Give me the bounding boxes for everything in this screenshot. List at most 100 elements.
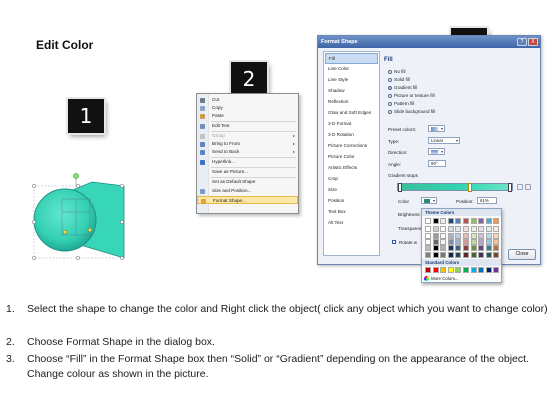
theme-color-swatch[interactable] [485,251,492,258]
rotate-with-shape-checkbox[interactable] [392,240,396,244]
theme-color-swatch[interactable] [470,251,477,258]
standard-color-swatch[interactable] [425,267,431,273]
radio-solid-fill[interactable]: Solid fill [388,76,410,83]
theme-color-swatch[interactable] [485,218,492,224]
theme-color-swatch[interactable] [425,232,431,239]
theme-color-swatch[interactable] [470,218,477,224]
theme-color-swatch[interactable] [447,226,454,233]
theme-color-swatch[interactable] [432,218,439,224]
radio-pattern-fill[interactable]: Pattern fill [388,100,414,107]
menu-item-bring-to-front[interactable]: Bring to Front ▸ [197,140,298,148]
theme-color-swatch[interactable] [470,238,477,245]
theme-color-swatch[interactable] [478,245,485,252]
theme-color-swatch[interactable] [463,226,469,233]
standard-color-swatch[interactable] [440,267,447,273]
theme-color-swatch[interactable] [425,251,431,258]
theme-color-swatch[interactable] [485,245,492,252]
theme-color-swatch[interactable] [470,232,477,239]
radio-slide-background-fill[interactable]: Slide background fill [388,108,435,115]
standard-color-swatch[interactable] [470,267,477,273]
menu-item-hyperlink[interactable]: Hyperlink... [197,158,298,166]
theme-color-swatch[interactable] [463,251,469,258]
theme-color-swatch[interactable] [485,232,492,239]
theme-color-swatch[interactable] [432,232,439,239]
theme-color-swatch[interactable] [447,238,454,245]
menu-item-format-shape[interactable]: Format Shape... [197,196,298,204]
theme-color-swatch[interactable] [440,238,447,245]
theme-color-swatch[interactable] [470,245,477,252]
theme-color-swatch[interactable] [455,238,462,245]
menu-item-copy[interactable]: Copy [197,104,298,112]
theme-color-swatch[interactable] [493,218,500,224]
gradient-stop-handle[interactable] [398,183,402,192]
theme-color-swatch[interactable] [478,226,485,233]
direction-dropdown[interactable] [428,148,445,155]
standard-color-swatch[interactable] [485,267,492,273]
menu-item-paste[interactable]: Paste [197,112,298,120]
theme-color-swatch[interactable] [455,251,462,258]
theme-color-swatch[interactable] [432,238,439,245]
theme-color-swatch[interactable] [425,245,431,252]
radio-picture-fill[interactable]: Picture or texture fill [388,92,435,99]
nav-item-reflection[interactable]: Reflection [325,97,378,108]
nav-item-alt-text[interactable]: Alt Text [325,218,378,229]
theme-color-swatch[interactable] [447,251,454,258]
position-input[interactable]: 61% [477,197,497,204]
gradient-stops-bar[interactable] [397,183,513,192]
nav-item-shadow[interactable]: Shadow [325,86,378,97]
nav-item-3d-rotation[interactable]: 3-D Rotation [325,130,378,141]
theme-color-swatch[interactable] [447,232,454,239]
nav-item-picture-color[interactable]: Picture Color [325,152,378,163]
theme-color-swatch[interactable] [432,245,439,252]
theme-color-swatch[interactable] [493,226,500,233]
nav-item-picture-corrections[interactable]: Picture Corrections [325,141,378,152]
standard-color-swatch[interactable] [447,267,454,273]
theme-color-swatch[interactable] [455,245,462,252]
theme-color-swatch[interactable] [432,251,439,258]
theme-color-swatch[interactable] [447,245,454,252]
standard-color-swatch[interactable] [463,267,469,273]
theme-color-swatch[interactable] [463,245,469,252]
theme-color-swatch[interactable] [432,226,439,233]
menu-item-size-and-position[interactable]: Size and Position... [197,187,298,195]
color-picker-dropdown[interactable] [421,197,437,204]
theme-color-swatch[interactable] [440,251,447,258]
close-icon[interactable]: X [528,37,538,46]
theme-color-swatch[interactable] [440,245,447,252]
theme-color-swatch[interactable] [478,251,485,258]
theme-color-swatch[interactable] [493,245,500,252]
radio-gradient-fill[interactable]: Gradient fill [388,84,417,91]
standard-color-swatch[interactable] [478,267,485,273]
radio-no-fill[interactable]: No fill [388,68,406,75]
theme-color-swatch[interactable] [425,226,431,233]
theme-color-swatch[interactable] [455,226,462,233]
theme-color-swatch[interactable] [463,232,469,239]
nav-item-line-style[interactable]: Line Style [325,75,378,86]
nav-item-glow-soft-edges[interactable]: Glow and Soft Edges [325,108,378,119]
standard-color-swatch[interactable] [432,267,439,273]
nav-item-position[interactable]: Position [325,196,378,207]
menu-item-save-as-picture[interactable]: Save as Picture... [197,168,298,176]
theme-color-swatch[interactable] [493,251,500,258]
standard-color-swatch[interactable] [455,267,462,273]
theme-color-swatch[interactable] [455,218,462,224]
more-colors-item[interactable]: More Colors... [424,275,459,282]
theme-color-swatch[interactable] [463,218,469,224]
theme-color-swatch[interactable] [455,232,462,239]
type-dropdown[interactable]: Linear [428,137,460,144]
theme-color-swatch[interactable] [478,238,485,245]
theme-color-swatch[interactable] [463,238,469,245]
standard-color-swatch[interactable] [493,267,500,273]
theme-color-swatch[interactable] [440,226,447,233]
selected-shape[interactable] [26,172,132,264]
preset-colors-dropdown[interactable] [428,125,445,132]
theme-color-swatch[interactable] [440,232,447,239]
nav-item-artistic-effects[interactable]: Artistic Effects [325,163,378,174]
theme-color-swatch[interactable] [478,232,485,239]
gradient-stop-handle[interactable] [468,183,472,192]
theme-color-swatch[interactable] [485,238,492,245]
nav-item-3d-format[interactable]: 3-D Format [325,119,378,130]
theme-color-swatch[interactable] [425,238,431,245]
menu-item-cut[interactable]: Cut [197,96,298,104]
nav-item-crop[interactable]: Crop [325,174,378,185]
